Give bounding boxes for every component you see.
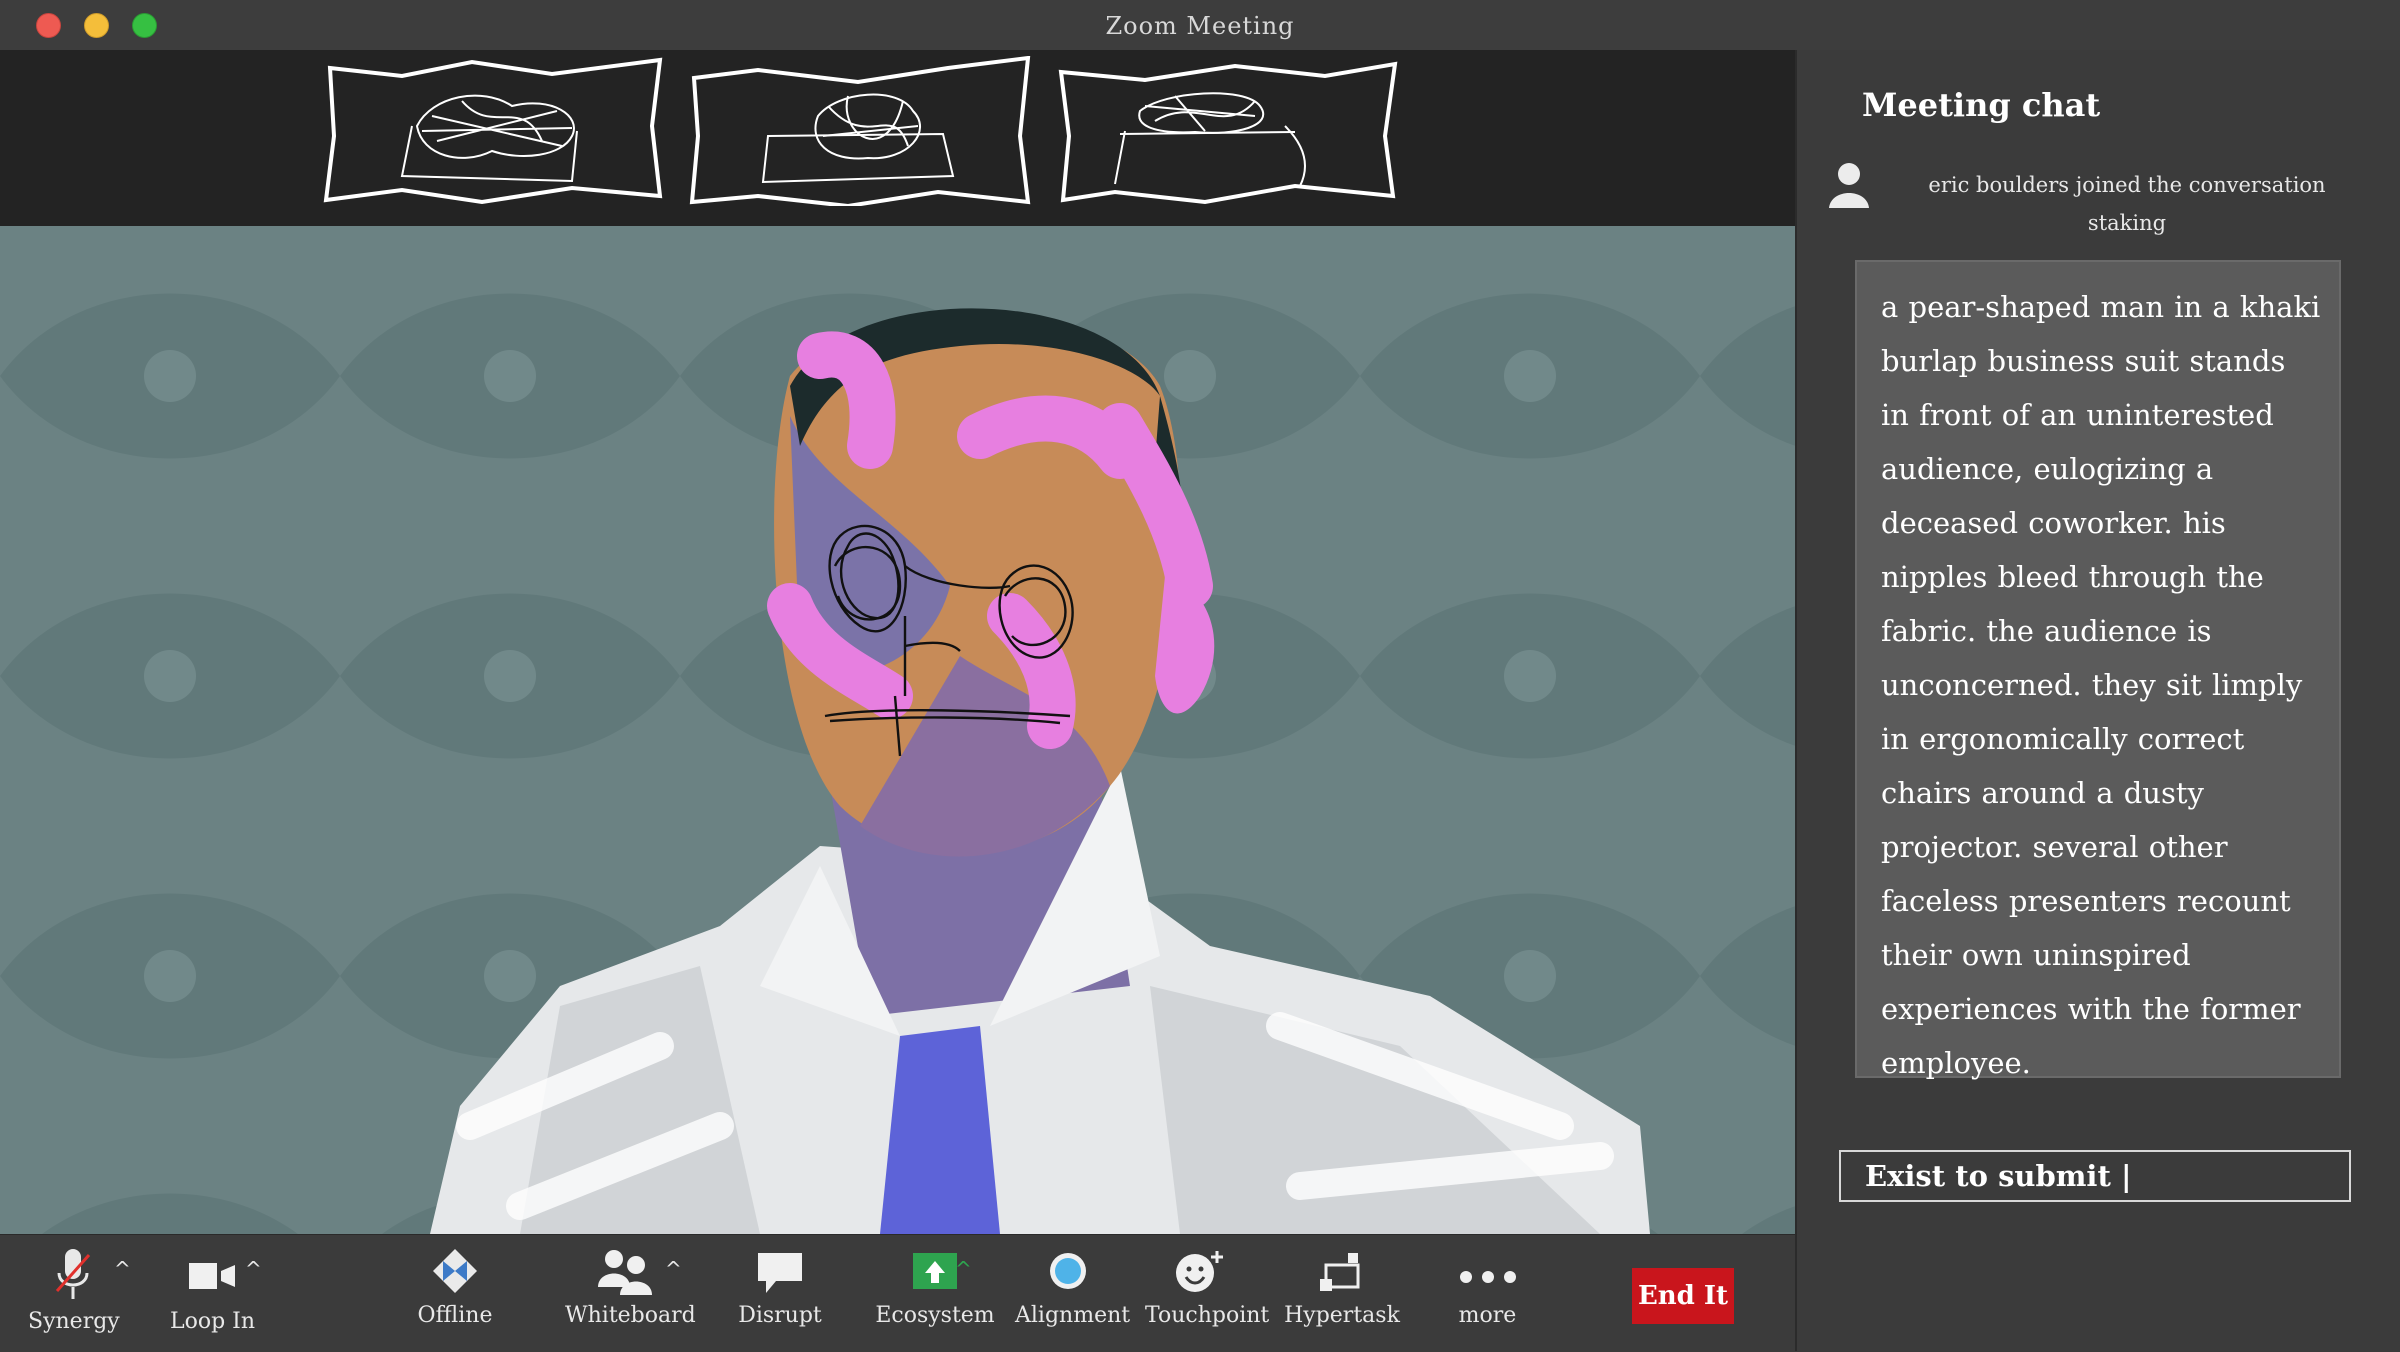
more-dots-icon bbox=[1459, 1271, 1516, 1283]
participants-icon bbox=[598, 1250, 652, 1295]
touchpoint-label: Touchpoint bbox=[1145, 1303, 1270, 1328]
hypertask-button[interactable]: Hypertask bbox=[1282, 1247, 1402, 1328]
main-video-feed bbox=[0, 226, 1795, 1234]
loop-in-options-caret[interactable]: ^ bbox=[245, 1257, 262, 1281]
more-label: more bbox=[1458, 1303, 1517, 1328]
participant-thumbnail-2[interactable] bbox=[688, 55, 1033, 209]
disrupt-label: Disrupt bbox=[738, 1303, 822, 1328]
system-message-text: eric boulders joined the conversation st… bbox=[1928, 173, 2326, 235]
synergy-label: Synergy bbox=[28, 1309, 120, 1334]
offline-button[interactable]: Offline bbox=[410, 1247, 500, 1328]
synergy-button[interactable]: Synergy bbox=[28, 1247, 120, 1334]
more-button[interactable]: more bbox=[1445, 1247, 1530, 1328]
disrupt-button[interactable]: Disrupt bbox=[735, 1247, 825, 1328]
synergy-options-caret[interactable]: ^ bbox=[114, 1257, 131, 1281]
ecosystem-options-caret[interactable]: ^ bbox=[955, 1257, 972, 1281]
whiteboard-label: Whiteboard bbox=[565, 1303, 696, 1328]
system-message: eric boulders joined the conversation st… bbox=[1827, 160, 2387, 240]
alignment-label: Alignment bbox=[1015, 1303, 1131, 1328]
end-meeting-button[interactable]: End It bbox=[1632, 1268, 1734, 1324]
meeting-toolbar: Synergy ^ Loop In ^ Offline Whiteboard ^ bbox=[0, 1234, 1795, 1352]
muted-microphone-icon bbox=[55, 1249, 91, 1299]
participant-thumbnail-strip bbox=[0, 50, 1795, 226]
chat-message-text: a pear-shaped man in a khaki burlap busi… bbox=[1881, 290, 2321, 1080]
participant-thumbnail-1[interactable] bbox=[322, 56, 667, 206]
video-camera-icon bbox=[188, 1263, 235, 1289]
loop-in-label: Loop In bbox=[169, 1309, 256, 1334]
window-title: Zoom Meeting bbox=[1105, 12, 1295, 40]
ecosystem-label: Ecosystem bbox=[875, 1303, 995, 1328]
chat-input[interactable]: Exist to submit | bbox=[1839, 1150, 2351, 1202]
offline-label: Offline bbox=[417, 1303, 493, 1328]
chat-panel: Meeting chat eric boulders joined the co… bbox=[1795, 50, 2400, 1351]
touchpoint-button[interactable]: Touchpoint bbox=[1145, 1247, 1270, 1328]
whiteboard-options-caret[interactable]: ^ bbox=[665, 1257, 682, 1281]
alignment-button[interactable]: Alignment bbox=[1015, 1247, 1131, 1328]
bowtie-icon bbox=[433, 1249, 477, 1293]
reaction-smiley-icon bbox=[1176, 1251, 1223, 1292]
breakout-rooms-icon bbox=[1320, 1253, 1360, 1291]
chat-title: Meeting chat bbox=[1862, 86, 2101, 124]
hypertask-label: Hypertask bbox=[1284, 1303, 1400, 1328]
ecosystem-button[interactable]: Ecosystem bbox=[875, 1247, 995, 1328]
user-avatar-icon bbox=[1827, 160, 1871, 210]
share-screen-icon bbox=[913, 1253, 957, 1289]
participant-thumbnail-3[interactable] bbox=[1055, 56, 1400, 206]
record-circle-icon bbox=[1049, 1253, 1086, 1289]
title-bar: Zoom Meeting bbox=[0, 0, 2400, 51]
chat-message-bubble: a pear-shaped man in a khaki burlap busi… bbox=[1855, 260, 2341, 1080]
chat-bubble-icon bbox=[758, 1253, 802, 1293]
